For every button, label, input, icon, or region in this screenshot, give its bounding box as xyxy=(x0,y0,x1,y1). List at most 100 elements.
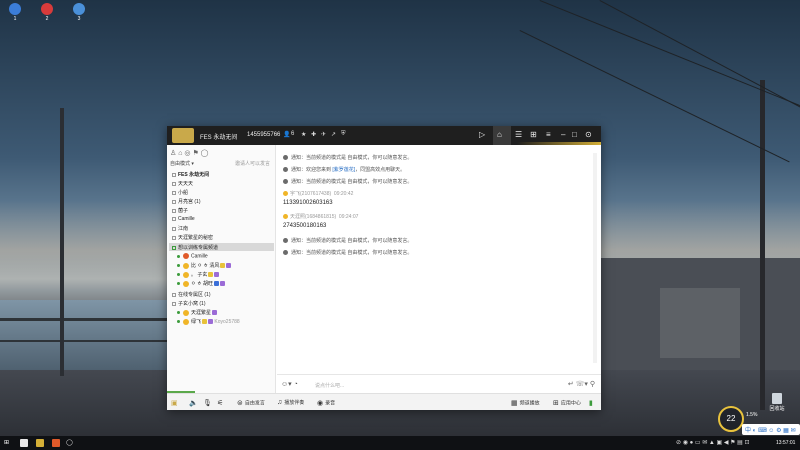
panel-tool-icons[interactable]: ♙ ⌂ ◎ ⚑ ◯ xyxy=(170,149,209,157)
app-icon[interactable] xyxy=(52,439,60,447)
channel-label: FES 永劫无间 xyxy=(178,172,210,178)
app-center-button[interactable]: ⊞ 应用中心 xyxy=(553,399,581,407)
avatar xyxy=(183,309,189,316)
channel-group[interactable]: 在线专属区 (1) xyxy=(172,291,211,298)
channel-item[interactable]: Camille xyxy=(172,216,195,222)
list-icon[interactable]: ☰ xyxy=(515,130,522,139)
member-item[interactable]: 天涯繁星 xyxy=(177,309,218,316)
info-icon xyxy=(283,238,288,244)
member-item[interactable]: Camille xyxy=(177,253,208,259)
channel-item[interactable]: 月亮宫 (1) xyxy=(172,198,201,205)
member-name: 天涯繁星 xyxy=(191,310,212,316)
star-icon[interactable]: ★ xyxy=(301,131,306,138)
member-item[interactable]: 。 子玄 xyxy=(177,271,220,278)
system-message: 通知：当前频道的模式是 自由模式，你可以随意发言。 xyxy=(283,154,412,161)
message-text: ，同盟高效点用聊天。 xyxy=(355,167,406,173)
voice-app-icon[interactable] xyxy=(36,439,44,447)
channel-label: 子玄小窝 (1) xyxy=(178,301,206,307)
badge-icon xyxy=(208,319,214,325)
info-icon xyxy=(283,179,288,185)
free-speak-button[interactable]: ⊜ 自由发言 xyxy=(237,399,265,407)
home-button[interactable]: ⌂ xyxy=(493,126,511,145)
system-message: 通知：欢迎您来到 [紫罗莲花]，同盟高效点用聊天。 xyxy=(283,166,405,173)
channel-item-selected[interactable]: 想以训练专属频道 xyxy=(172,244,218,251)
message-input[interactable]: 说点什么吧... xyxy=(315,382,344,389)
desktop-icon-1[interactable]: 1 xyxy=(6,3,24,22)
play-icon[interactable]: ▷ xyxy=(479,130,485,139)
gamepad-icon[interactable]: ⊞ xyxy=(530,130,537,139)
channel-manage-button[interactable]: ▦ 频道播放 xyxy=(511,399,540,407)
maximize-icon[interactable]: □ xyxy=(572,130,577,139)
channel-link[interactable]: [紫罗莲花] xyxy=(332,167,355,173)
channel-item[interactable]: 天涯繁星的秘密 xyxy=(172,234,213,241)
mixer-icon[interactable]: ⚟ xyxy=(217,399,225,407)
desktop-icon-label: 3 xyxy=(77,16,81,22)
channel-item[interactable]: 天天天 xyxy=(172,180,193,187)
member-item[interactable]: 比 ㅇ ㅎ 清风 xyxy=(177,262,232,269)
crown-icon xyxy=(208,272,214,278)
speaker-icon[interactable]: 🔈 xyxy=(189,399,200,407)
badge-icon xyxy=(219,281,225,287)
desktop-icon-2[interactable]: 2 xyxy=(38,3,56,22)
search-icon xyxy=(9,3,21,15)
settings-icon[interactable]: ✚ xyxy=(311,131,316,138)
mic-icon[interactable]: 🎙 xyxy=(203,399,214,407)
avatar-icon: ▣ xyxy=(171,400,178,407)
forbidden-icon xyxy=(41,3,53,15)
message-header: 天涯照(1684861815) 09:24:07 xyxy=(283,213,358,220)
info-icon xyxy=(283,167,288,173)
plane-icon[interactable]: ✈ xyxy=(321,131,326,138)
channel-label: 月亮宫 (1) xyxy=(178,199,201,205)
channel-group[interactable]: 子玄小窝 (1) xyxy=(172,300,206,307)
system-message: 通知：当前频道的模式是 自由模式，你可以随意发言。 xyxy=(283,249,412,256)
close-icon[interactable]: ⊙ xyxy=(585,130,592,139)
member-item[interactable]: 绿飞 Koyo25788 xyxy=(177,318,240,325)
circle-app-icon[interactable]: ◯ xyxy=(66,439,73,446)
scrollbar[interactable] xyxy=(593,153,597,363)
shield-icon[interactable]: ⛨ xyxy=(341,131,346,138)
tray-icons[interactable]: ⊘ ◉ ● ▭ ✉ ▲ ▣ ◀ ⚑ ▤ ⊡ xyxy=(676,439,750,446)
y-icon xyxy=(73,3,85,15)
member-item[interactable]: ㅇ ㅎ 胡旺 xyxy=(177,280,225,287)
title-bar[interactable]: FES 永劫无间 1455955766 👤 6 ★ ✚ ✈ ↗ ⛨ ▷ ⌂ ☰ … xyxy=(167,126,601,145)
message-text: 通知：当前频道的模式是 自由模式，你可以随意发言。 xyxy=(291,155,413,161)
member-name: 比 ㅇ ㅎ 清风 xyxy=(191,263,220,269)
desktop-icon-3[interactable]: 3 xyxy=(70,3,88,22)
member-name: ㅇ ㅎ 胡旺 xyxy=(191,281,213,287)
chat-area[interactable]: 通知：当前频道的模式是 自由模式，你可以随意发言。 通知：欢迎您来到 [紫罗莲花… xyxy=(277,145,601,374)
share-icon[interactable]: ↗ xyxy=(331,131,336,138)
taskbar-clock[interactable]: 13:57:01 xyxy=(776,440,795,446)
channel-label: 天天天 xyxy=(178,181,194,187)
menu-icon[interactable]: ≡ xyxy=(546,130,551,139)
speak-icon: ⊜ xyxy=(237,400,243,407)
emoji-icon[interactable]: ☺▾ ◔ xyxy=(281,380,298,388)
performance-gauge[interactable]: 22 xyxy=(718,406,744,432)
sender-name[interactable]: 天涯照(1684861815) xyxy=(290,214,336,220)
channel-item[interactable]: 小船 xyxy=(172,189,188,196)
crown-icon xyxy=(220,263,226,269)
channel-item[interactable]: FES 永劫无间 xyxy=(172,171,209,178)
channel-item[interactable]: 江南 xyxy=(172,225,188,232)
ime-toolbar[interactable]: 中 ◐ ⌨ ☺ ⚙ ▦ ✉ xyxy=(742,424,800,435)
windows-start-icon[interactable]: ⊞ xyxy=(4,439,9,446)
channel-id: 1455955766 xyxy=(247,132,281,138)
channel-item[interactable]: 菌子 xyxy=(172,207,188,214)
member-name: Camille xyxy=(191,253,208,260)
sender-name[interactable]: 宇飞(2107617438) xyxy=(290,191,331,197)
recycle-bin[interactable]: 回收站 xyxy=(767,393,787,412)
crown-icon xyxy=(202,319,208,325)
file-explorer-icon[interactable] xyxy=(20,439,28,447)
avatar-button[interactable]: ▣ xyxy=(171,399,180,407)
send-icon[interactable]: ↵ ☏▾ ⚲ xyxy=(568,380,595,388)
mode-dropdown[interactable]: 自由模式 ▾ xyxy=(170,160,194,167)
channel-logo xyxy=(172,128,194,143)
music-button[interactable]: ♫ 播放伴奏 xyxy=(277,399,304,406)
minimize-icon[interactable]: – xyxy=(561,130,565,139)
record-button[interactable]: ◉ 录音 xyxy=(317,399,335,407)
badge-icon xyxy=(214,272,220,278)
button-label: 应用中心 xyxy=(560,400,581,407)
avatar xyxy=(183,280,189,287)
wallpaper-wire xyxy=(599,0,800,123)
mode-hint: 邀请人可以发言 xyxy=(235,161,271,167)
channel-label: 菌子 xyxy=(178,208,189,214)
